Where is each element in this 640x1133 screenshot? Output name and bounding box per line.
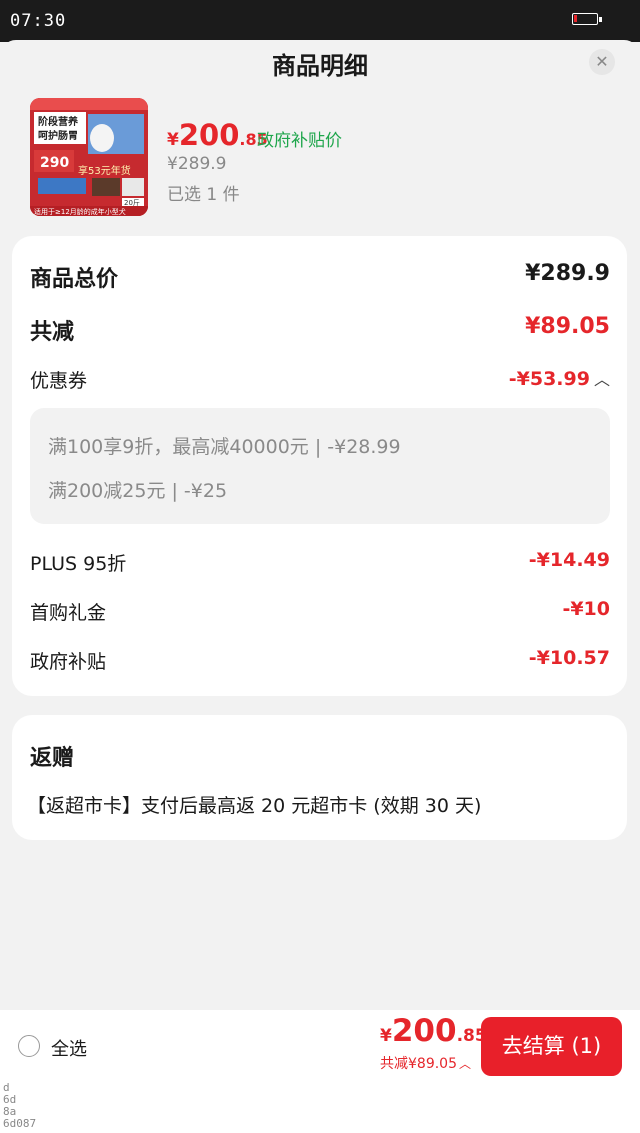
selected-count: 已选 1 件 <box>167 185 240 205</box>
coupon-line-2: 满200减25元 | -¥25 <box>48 480 228 502</box>
plus-discount-label: PLUS 95折 <box>30 553 127 575</box>
image-footer: 适用于≥12月龄的成年小型犬 <box>34 207 126 216</box>
image-headline-1: 阶段营养 <box>38 115 79 128</box>
coupon-detail-box: 满100享9折，最高减40000元 | -¥28.99 满200减25元 | -… <box>30 408 610 524</box>
page-title: 商品明细 <box>272 52 368 80</box>
coupon-label: 优惠券 <box>30 370 88 392</box>
image-promo: 享53元年货 <box>78 164 131 177</box>
product-price: ¥200.85 <box>167 118 268 152</box>
coupon-line-1: 满100享9折，最高减40000元 | -¥28.99 <box>48 436 401 458</box>
status-bar: 07:30 <box>0 0 640 42</box>
gov-subsidy-label: 政府补贴 <box>30 651 107 673</box>
first-purchase-value: -¥10 <box>562 598 610 620</box>
total-price-value: ¥289.9 <box>525 261 610 286</box>
price-summary-card: 商品总价 ¥289.9 共减 ¥89.05 优惠券 -¥53.99 ︿ 满100享… <box>12 236 627 696</box>
checkout-bar: 全选 ¥200.85 共减¥89.05 ︿ 去结算 (1) <box>0 1010 640 1133</box>
battery-level <box>574 15 577 22</box>
image-weight: 20斤 <box>124 198 140 207</box>
original-price: ¥289.9 <box>167 154 227 174</box>
coupon-value-wrap: -¥53.99 ︿ <box>509 366 610 390</box>
bottom-total-price: ¥200.85 <box>380 1013 487 1049</box>
total-price-label: 商品总价 <box>30 267 119 292</box>
gov-subsidy-value: -¥10.57 <box>528 647 610 669</box>
first-purchase-label: 首购礼金 <box>30 602 107 624</box>
product-image-art: 阶段营养 呵护肠胃 290 享53元年货 20斤 适用于≥12月龄的成年小型犬 <box>30 98 148 216</box>
plus-discount-value: -¥14.49 <box>528 549 610 571</box>
image-headline-2: 呵护肠胃 <box>38 129 78 142</box>
image-price: 290 <box>40 155 69 171</box>
close-button[interactable]: ✕ <box>589 49 615 75</box>
select-all-radio[interactable] <box>18 1035 40 1057</box>
checkout-button[interactable]: 去结算 (1) <box>481 1017 622 1076</box>
discount-label: 共减 <box>30 320 75 345</box>
gift-title: 返赠 <box>30 746 75 771</box>
status-time: 07:30 <box>10 11 67 31</box>
product-detail-sheet: 商品明细 ✕ 阶段营养 呵护肠胃 290 享53元年货 20斤 适用于≥12月龄… <box>0 40 640 1133</box>
discount-value: ¥89.05 <box>525 314 610 339</box>
subsidy-price-tag: 政府补贴价 <box>257 131 342 151</box>
close-icon: ✕ <box>595 52 609 71</box>
product-image[interactable]: 阶段营养 呵护肠胃 290 享53元年货 20斤 适用于≥12月龄的成年小型犬 <box>30 98 148 216</box>
select-all-label[interactable]: 全选 <box>51 1035 87 1061</box>
chevron-up-icon[interactable]: ︿ <box>594 370 610 389</box>
bottom-discount-summary[interactable]: 共减¥89.05 ︿ <box>380 1053 471 1073</box>
coupon-value: -¥53.99 <box>508 368 590 390</box>
gift-card: 返赠 【返超市卡】支付后最高返 20 元超市卡 (效期 30 天) <box>12 715 627 840</box>
debug-overlay: d 6d 8a 6d087 <box>3 1081 37 1130</box>
gift-text: 【返超市卡】支付后最高返 20 元超市卡 (效期 30 天) <box>27 795 482 817</box>
battery-icon <box>572 13 602 25</box>
chevron-up-icon: ︿ <box>459 1057 472 1071</box>
